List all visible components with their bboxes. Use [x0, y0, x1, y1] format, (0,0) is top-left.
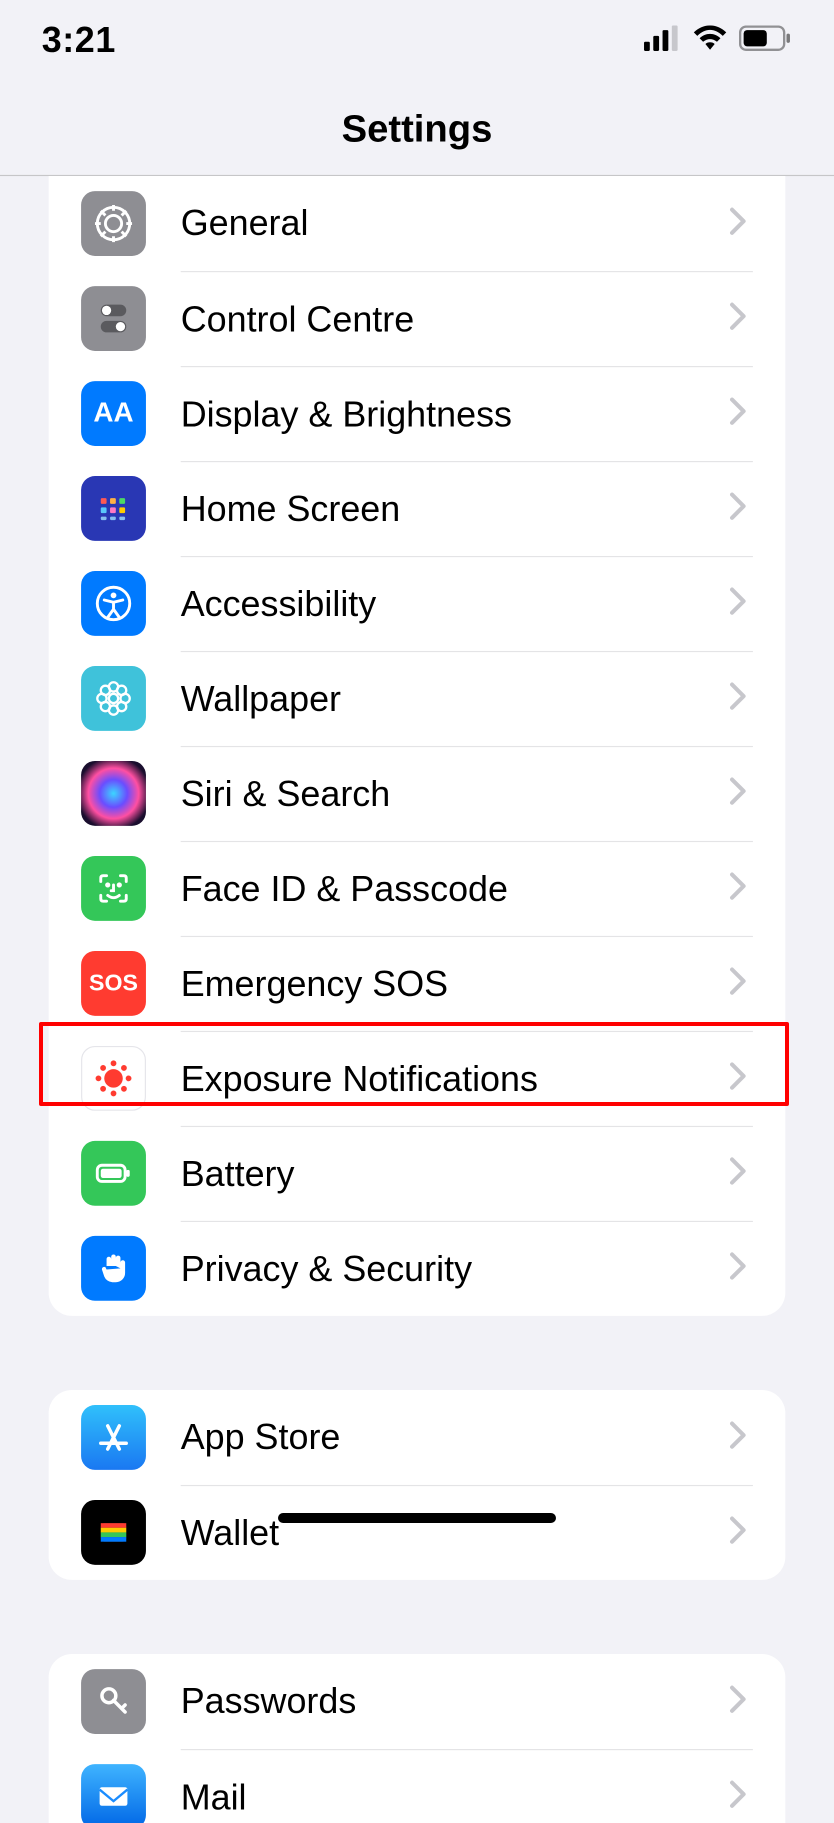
page-title: Settings: [342, 106, 493, 150]
battery-full-icon: [81, 1141, 146, 1206]
chevron-right-icon: [730, 587, 746, 621]
switches-icon: [81, 286, 146, 351]
chevron-right-icon: [730, 1685, 746, 1719]
row-sos[interactable]: SOS Emergency SOS: [49, 936, 786, 1031]
row-label: Mail: [181, 1776, 721, 1818]
chevron-right-icon: [730, 302, 746, 336]
gear-icon: [81, 191, 146, 256]
chevron-right-icon: [730, 492, 746, 526]
row-label: Battery: [181, 1153, 721, 1195]
cellular-icon: [644, 25, 681, 56]
wallet-icon: [81, 1500, 146, 1565]
row-display[interactable]: AA Display & Brightness: [49, 366, 786, 461]
wifi-icon: [693, 25, 728, 56]
chevron-right-icon: [730, 1421, 746, 1455]
apps-icon: [81, 476, 146, 541]
row-label: Exposure Notifications: [181, 1058, 721, 1100]
chevron-right-icon: [730, 1780, 746, 1814]
hand-icon: [81, 1236, 146, 1301]
face-icon: [81, 856, 146, 921]
appstore-icon: [81, 1405, 146, 1470]
status-time: 3:21: [42, 20, 116, 62]
key-icon: [81, 1669, 146, 1734]
chevron-right-icon: [730, 1516, 746, 1550]
row-wallpaper[interactable]: Wallpaper: [49, 651, 786, 746]
row-label: Wallpaper: [181, 678, 721, 720]
chevron-right-icon: [730, 1157, 746, 1191]
row-label: Privacy & Security: [181, 1248, 721, 1290]
row-label: Home Screen: [181, 488, 721, 530]
row-label: Face ID & Passcode: [181, 868, 721, 910]
chevron-right-icon: [730, 967, 746, 1001]
sos-icon: SOS: [81, 951, 146, 1016]
mail-icon: [81, 1764, 146, 1823]
chevron-right-icon: [730, 1252, 746, 1286]
row-general[interactable]: General: [49, 176, 786, 271]
chevron-right-icon: [730, 872, 746, 906]
chevron-right-icon: [730, 397, 746, 431]
chevron-right-icon: [730, 207, 746, 241]
home-indicator[interactable]: [278, 1513, 556, 1523]
row-appstore[interactable]: App Store: [49, 1390, 786, 1485]
row-label: Passwords: [181, 1681, 721, 1723]
settings-section-2: Passwords Mail: [49, 1654, 786, 1823]
row-exposure[interactable]: Exposure Notifications: [49, 1031, 786, 1126]
row-privacy[interactable]: Privacy & Security: [49, 1221, 786, 1316]
chevron-right-icon: [730, 682, 746, 716]
row-label: Display & Brightness: [181, 393, 721, 435]
title-bar: Settings: [0, 81, 834, 176]
row-home-screen[interactable]: Home Screen: [49, 461, 786, 556]
flower-icon: [81, 666, 146, 731]
row-label: General: [181, 203, 721, 245]
covid-icon: [81, 1046, 146, 1111]
status-bar: 3:21: [0, 0, 834, 81]
settings-section-1: App Store Wallet: [49, 1390, 786, 1580]
row-control-centre[interactable]: Control Centre: [49, 271, 786, 366]
settings-list: General Control Centre AA Display & Brig…: [0, 176, 834, 1823]
row-label: Accessibility: [181, 583, 721, 625]
row-siri[interactable]: Siri & Search: [49, 746, 786, 841]
row-passwords[interactable]: Passwords: [49, 1654, 786, 1749]
chevron-right-icon: [730, 1062, 746, 1096]
row-accessibility[interactable]: Accessibility: [49, 556, 786, 651]
siri-icon: [81, 761, 146, 826]
aa-icon: AA: [81, 381, 146, 446]
row-wallet[interactable]: Wallet: [49, 1485, 786, 1580]
battery-icon: [739, 25, 792, 56]
chevron-right-icon: [730, 777, 746, 811]
settings-section-0: General Control Centre AA Display & Brig…: [49, 176, 786, 1316]
body-icon: [81, 571, 146, 636]
status-icons: [644, 25, 792, 56]
row-battery[interactable]: Battery: [49, 1126, 786, 1221]
row-label: App Store: [181, 1417, 721, 1459]
row-faceid[interactable]: Face ID & Passcode: [49, 841, 786, 936]
row-label: Siri & Search: [181, 773, 721, 815]
row-mail[interactable]: Mail: [49, 1749, 786, 1823]
row-label: Emergency SOS: [181, 963, 721, 1005]
row-label: Control Centre: [181, 298, 721, 340]
